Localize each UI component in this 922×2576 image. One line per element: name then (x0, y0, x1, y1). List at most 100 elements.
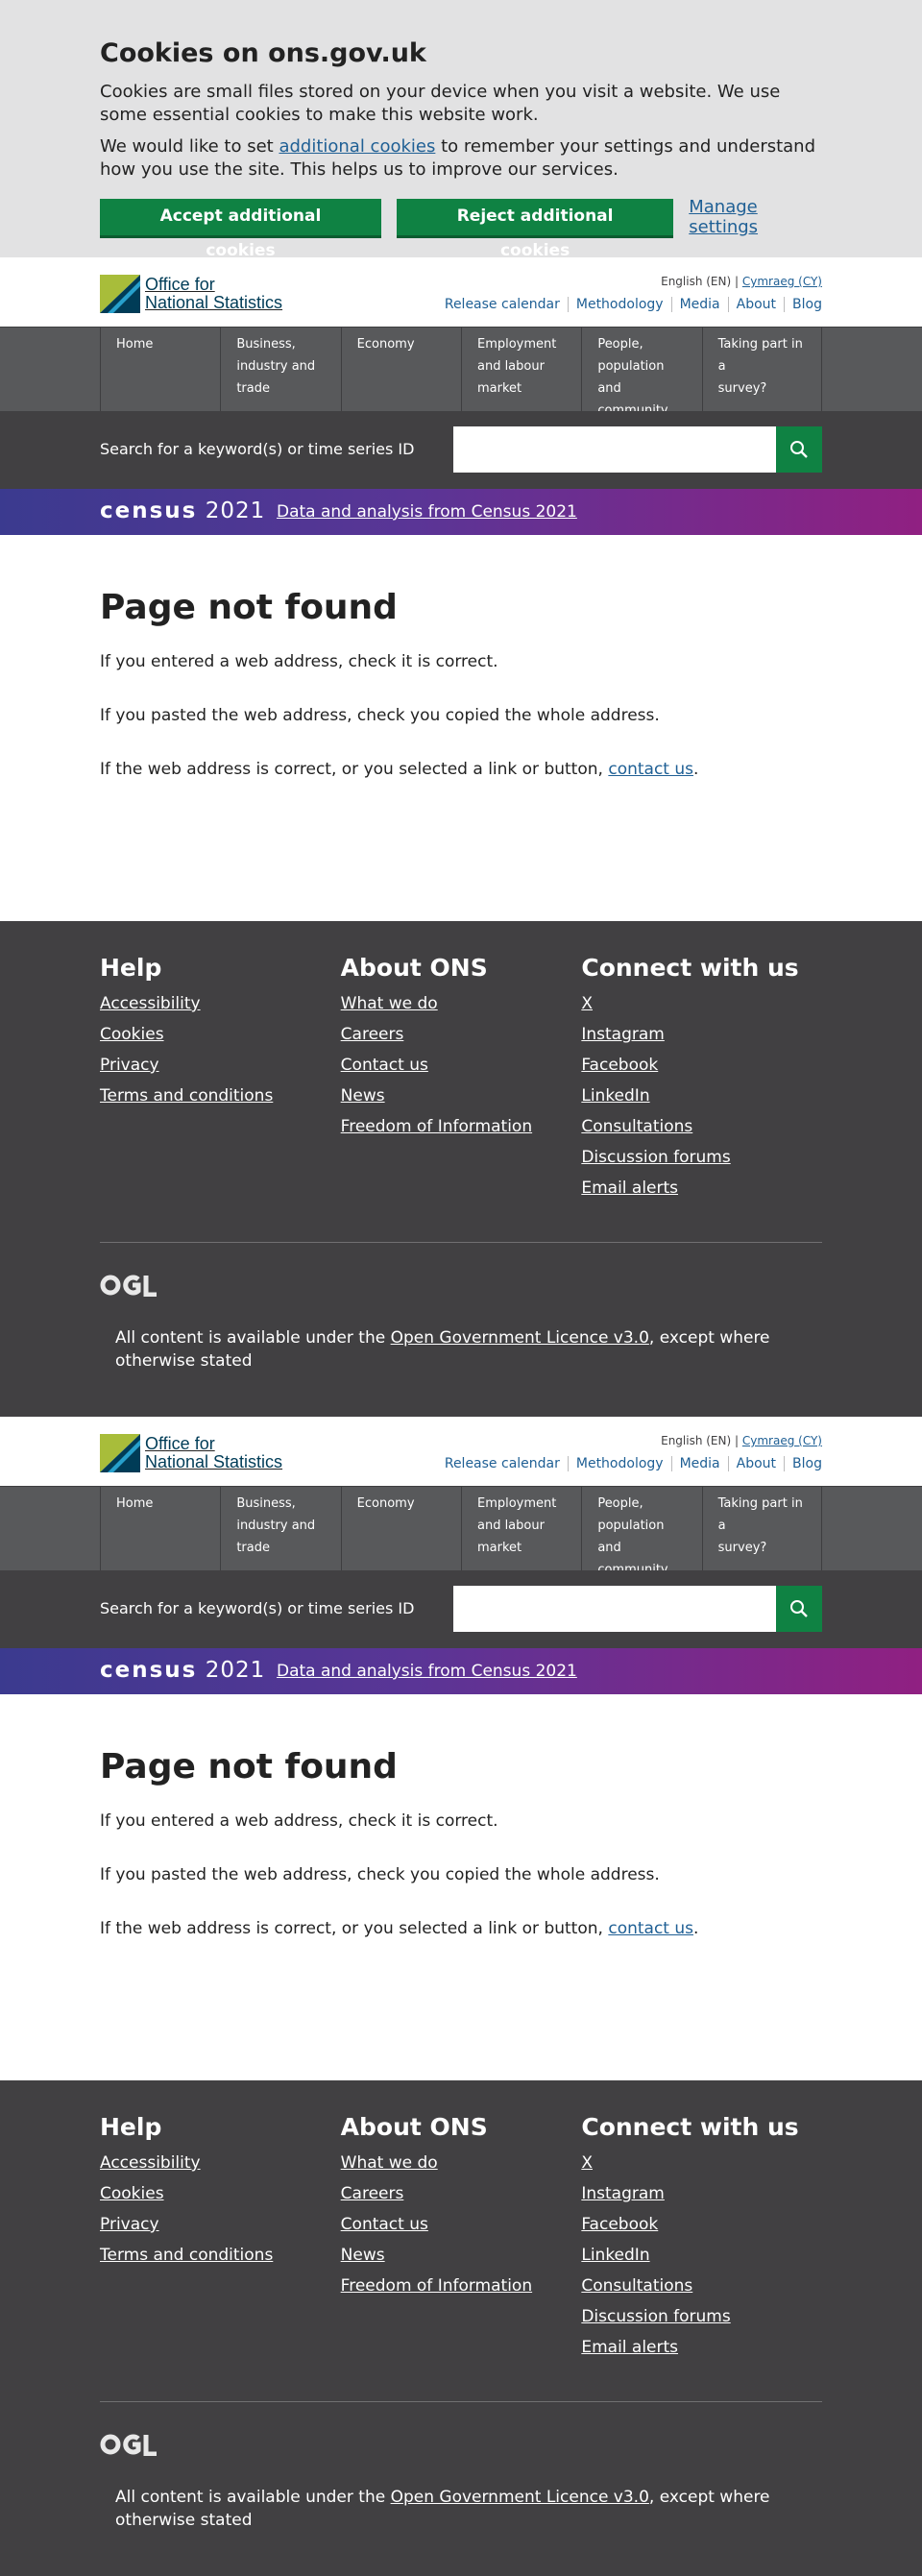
nav-item-employment[interactable]: Employment and labour market (460, 1487, 581, 1570)
search-icon (790, 1600, 808, 1617)
footer-link-what-we-do[interactable]: What we do (341, 994, 582, 1013)
site-footer: Help Accessibility Cookies Privacy Terms… (0, 2080, 922, 2576)
licence-text: All content is available under the Open … (115, 1328, 770, 1371)
contact-us-link[interactable]: contact us (608, 760, 693, 779)
nav-item-home[interactable]: Home (100, 1487, 220, 1570)
search-button[interactable] (776, 426, 822, 473)
header-link-methodology[interactable]: Methodology (567, 297, 671, 312)
footer-connect-column: Connect with us X Instagram Facebook Lin… (581, 954, 822, 1209)
footer-link-consultations[interactable]: Consultations (581, 1117, 822, 1136)
header-link-blog[interactable]: Blog (784, 1456, 822, 1471)
footer-link-accessibility[interactable]: Accessibility (100, 2153, 341, 2173)
nav-item-taking-part[interactable]: Taking part in a survey? (701, 328, 822, 411)
nav-item-employment[interactable]: Employment and labour market (460, 328, 581, 411)
footer-link-discussion-forums[interactable]: Discussion forums (581, 1148, 822, 1167)
language-switcher: English (EN) | Cymraeg (CY) (661, 275, 822, 288)
nav-item-home[interactable]: Home (100, 328, 220, 411)
cymraeg-link[interactable]: Cymraeg (CY) (742, 1434, 822, 1447)
header-link-methodology[interactable]: Methodology (567, 1456, 671, 1471)
contact-us-link[interactable]: contact us (608, 1919, 693, 1938)
footer-link-facebook[interactable]: Facebook (581, 1056, 822, 1075)
footer-link-accessibility[interactable]: Accessibility (100, 994, 341, 1013)
footer-help-column: Help Accessibility Cookies Privacy Terms… (100, 954, 341, 1209)
footer-link-news[interactable]: News (341, 2246, 582, 2265)
additional-cookies-link[interactable]: additional cookies (279, 136, 435, 157)
nav-item-people[interactable]: People,population andcommunity (581, 328, 701, 418)
ons-logo[interactable]: Office for National Statistics (100, 275, 282, 313)
page-title: Page not found (100, 588, 398, 627)
footer-link-linkedin[interactable]: LinkedIn (581, 1086, 822, 1106)
reject-cookies-button[interactable]: Reject additional cookies (396, 199, 674, 260)
header-link-release-calendar[interactable]: Release calendar (437, 1456, 568, 1471)
ogl-link[interactable]: Open Government Licence v3.0 (391, 2488, 649, 2507)
footer-heading-about: About ONS (340, 2113, 488, 2141)
page-title: Page not found (100, 1747, 398, 1786)
language-switcher: English (EN) | Cymraeg (CY) (661, 1434, 822, 1447)
cookie-banner-title: Cookies on ons.gov.uk (100, 38, 426, 68)
census-banner: census 2021 Data and analysis from Censu… (0, 1648, 922, 1694)
footer-link-terms[interactable]: Terms and conditions (100, 2246, 341, 2265)
header-link-release-calendar[interactable]: Release calendar (437, 297, 568, 312)
ogl-logo-icon (100, 1275, 157, 1297)
nav-item-business[interactable]: Business, industry and trade (220, 328, 340, 411)
manage-settings-link[interactable]: Manage settings (689, 197, 822, 237)
header-link-media[interactable]: Media (670, 297, 728, 312)
site-header: Office for National Statistics English (… (0, 257, 922, 327)
footer-link-email-alerts[interactable]: Email alerts (581, 1179, 822, 1198)
header-link-blog[interactable]: Blog (784, 297, 822, 312)
footer-link-privacy[interactable]: Privacy (100, 1056, 341, 1075)
nav-item-business[interactable]: Business, industry and trade (220, 1487, 340, 1570)
footer-link-what-we-do[interactable]: What we do (341, 2153, 582, 2173)
footer-link-instagram[interactable]: Instagram (581, 2184, 822, 2203)
nav-item-people[interactable]: People,population andcommunity (581, 1487, 701, 1577)
nav-item-economy[interactable]: Economy (340, 328, 461, 411)
search-input[interactable] (453, 1586, 776, 1632)
census-2021-logo: census 2021 (100, 1658, 266, 1683)
nav-item-taking-part[interactable]: Taking part in a survey? (701, 1487, 822, 1570)
footer-link-cookies[interactable]: Cookies (100, 2184, 341, 2203)
footer-link-consultations[interactable]: Consultations (581, 2276, 822, 2296)
footer-link-foi[interactable]: Freedom of Information (341, 1117, 582, 1136)
footer-link-contact-us[interactable]: Contact us (341, 1056, 582, 1075)
footer-link-careers[interactable]: Careers (341, 2184, 582, 2203)
logo-line-2: National Statistics (145, 1452, 283, 1471)
error-text-3: If the web address is correct, or you se… (100, 1919, 699, 1938)
cymraeg-link[interactable]: Cymraeg (CY) (742, 275, 822, 288)
header-link-about[interactable]: About (727, 297, 784, 312)
accept-cookies-button[interactable]: Accept additional cookies (100, 199, 381, 260)
census-data-link[interactable]: Data and analysis from Census 2021 (277, 1662, 577, 1681)
footer-heading-help: Help (100, 2113, 162, 2141)
footer-heading-help: Help (100, 954, 162, 982)
footer-heading-connect: Connect with us (581, 954, 799, 982)
header-link-media[interactable]: Media (670, 1456, 728, 1471)
footer-link-instagram[interactable]: Instagram (581, 1025, 822, 1044)
footer-link-x[interactable]: X (581, 994, 822, 1013)
header-link-about[interactable]: About (727, 1456, 784, 1471)
footer-link-discussion-forums[interactable]: Discussion forums (581, 2307, 822, 2326)
footer-link-email-alerts[interactable]: Email alerts (581, 2338, 822, 2357)
nav-item-economy[interactable]: Economy (340, 1487, 461, 1570)
footer-link-terms[interactable]: Terms and conditions (100, 1086, 341, 1106)
census-2021-logo: census 2021 (100, 498, 266, 523)
footer-link-facebook[interactable]: Facebook (581, 2215, 822, 2234)
footer-link-careers[interactable]: Careers (341, 1025, 582, 1044)
search-input[interactable] (453, 426, 776, 473)
footer-link-privacy[interactable]: Privacy (100, 2215, 341, 2234)
ogl-link[interactable]: Open Government Licence v3.0 (391, 1328, 649, 1348)
footer-link-news[interactable]: News (341, 1086, 582, 1106)
footer-link-x[interactable]: X (581, 2153, 822, 2173)
ons-logo[interactable]: Office for National Statistics (100, 1434, 282, 1472)
cookie-banner: Cookies on ons.gov.uk Cookies are small … (0, 0, 922, 260)
search-button[interactable] (776, 1586, 822, 1632)
cookie-banner-text: Cookies are small files stored on your d… (100, 82, 781, 125)
main-content: Page not found If you entered a web addr… (0, 535, 922, 921)
footer-link-foi[interactable]: Freedom of Information (341, 2276, 582, 2296)
footer-link-contact-us[interactable]: Contact us (341, 2215, 582, 2234)
logo-line-1: Office for (145, 1434, 215, 1453)
logo-line-2: National Statistics (145, 293, 283, 312)
footer-link-linkedin[interactable]: LinkedIn (581, 2246, 822, 2265)
census-data-link[interactable]: Data and analysis from Census 2021 (277, 502, 577, 522)
footer-help-column: Help Accessibility Cookies Privacy Terms… (100, 2113, 341, 2369)
primary-nav: Home Business, industry and trade Economy … (0, 327, 922, 418)
footer-link-cookies[interactable]: Cookies (100, 1025, 341, 1044)
